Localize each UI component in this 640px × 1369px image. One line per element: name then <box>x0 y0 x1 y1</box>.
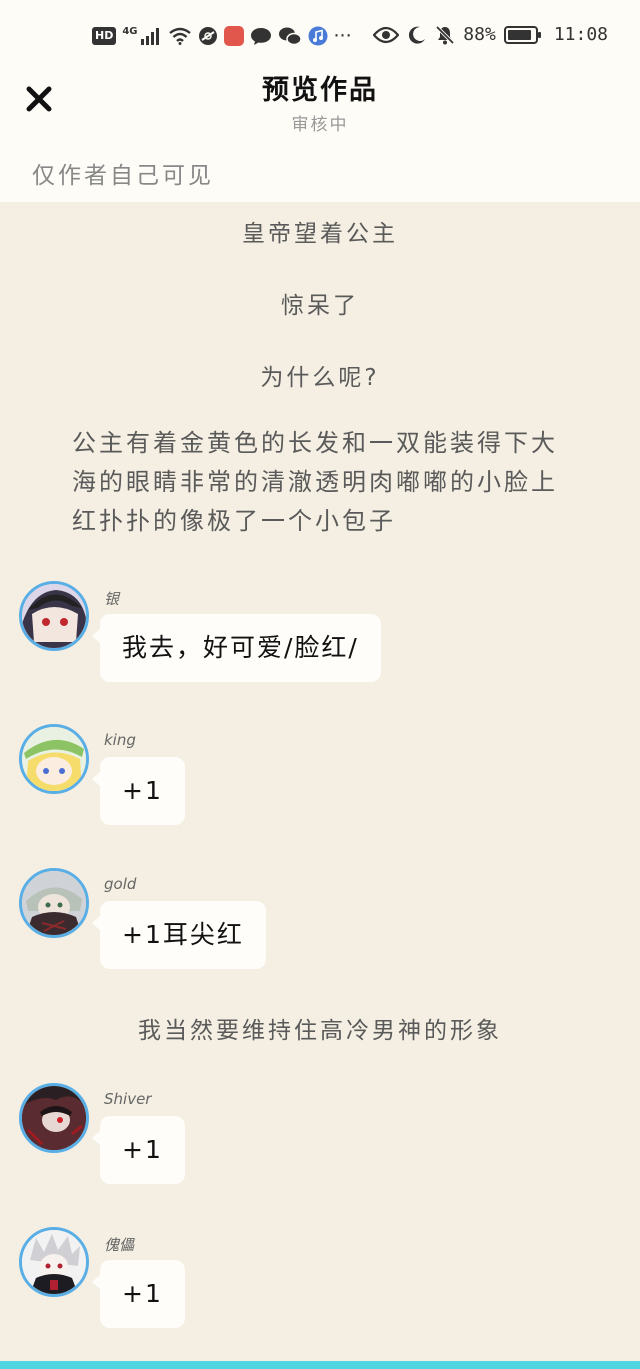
hd-indicator: HD <box>92 27 117 45</box>
character-portrait <box>22 584 86 648</box>
username: 傀儡 <box>104 1236 135 1254</box>
message-bubble: 我去，好可爱/脸红/ <box>92 614 381 682</box>
character-portrait <box>22 727 86 791</box>
page-title: 预览作品 <box>262 75 378 106</box>
battery-icon <box>503 25 541 44</box>
message-bubble: +1 <box>92 757 185 825</box>
narration-line: 惊呆了 <box>281 293 359 319</box>
narration-line: 皇帝望着公主 <box>242 221 398 247</box>
visibility-note: 仅作者自己可见 <box>32 163 214 189</box>
more-notifications-icon: ··· <box>333 25 352 47</box>
preview-header: HD 4G ··· 88% 11:08 预览作品 审核中 仅作者自己可见 <box>0 0 640 202</box>
music-app-icon <box>308 26 328 46</box>
network-type: 4G <box>122 25 138 37</box>
moon-icon <box>409 26 426 44</box>
wechat-icon <box>278 27 302 46</box>
username: king <box>104 731 136 749</box>
signal-icon <box>140 28 159 45</box>
avatar[interactable] <box>19 724 89 794</box>
status-bar: HD 4G ··· 88% 11:08 <box>0 0 640 72</box>
message-bubble: +1耳尖红 <box>92 901 266 969</box>
username: 银 <box>104 590 120 608</box>
reader-app-icon <box>223 26 244 46</box>
mute-bell-icon <box>436 25 455 44</box>
eye-icon <box>373 26 400 43</box>
battery-percent: 88% <box>463 24 496 45</box>
character-portrait <box>22 1230 86 1294</box>
username: Shiver <box>104 1090 152 1108</box>
message-icon <box>250 28 271 45</box>
character-portrait <box>22 1086 86 1150</box>
message-bubble: +1 <box>92 1260 185 1328</box>
character-portrait <box>22 871 86 935</box>
avatar[interactable] <box>19 1227 89 1297</box>
status-right-icons: 88% 11:08 <box>373 24 608 45</box>
status-left-icons: HD 4G ··· <box>92 24 352 48</box>
avatar[interactable] <box>19 868 89 938</box>
bottom-accent-bar <box>0 1361 640 1369</box>
narration-paragraph: 公主有着金黄色的长发和一双能装得下大海的眼睛非常的清澈透明肉嘟嘟的小脸上红扑扑的… <box>72 429 558 535</box>
clock: 11:08 <box>553 24 608 45</box>
wifi-icon <box>168 27 191 45</box>
avatar[interactable] <box>19 581 89 651</box>
narration-line: 为什么呢? <box>260 365 380 391</box>
browser-icon <box>198 27 217 45</box>
battery-fill <box>507 29 531 40</box>
narration-line: 我当然要维持住高冷男神的形象 <box>138 1018 502 1044</box>
message-bubble: +1 <box>92 1116 185 1184</box>
review-status: 审核中 <box>291 115 349 135</box>
avatar[interactable] <box>19 1083 89 1153</box>
username: gold <box>104 875 137 893</box>
